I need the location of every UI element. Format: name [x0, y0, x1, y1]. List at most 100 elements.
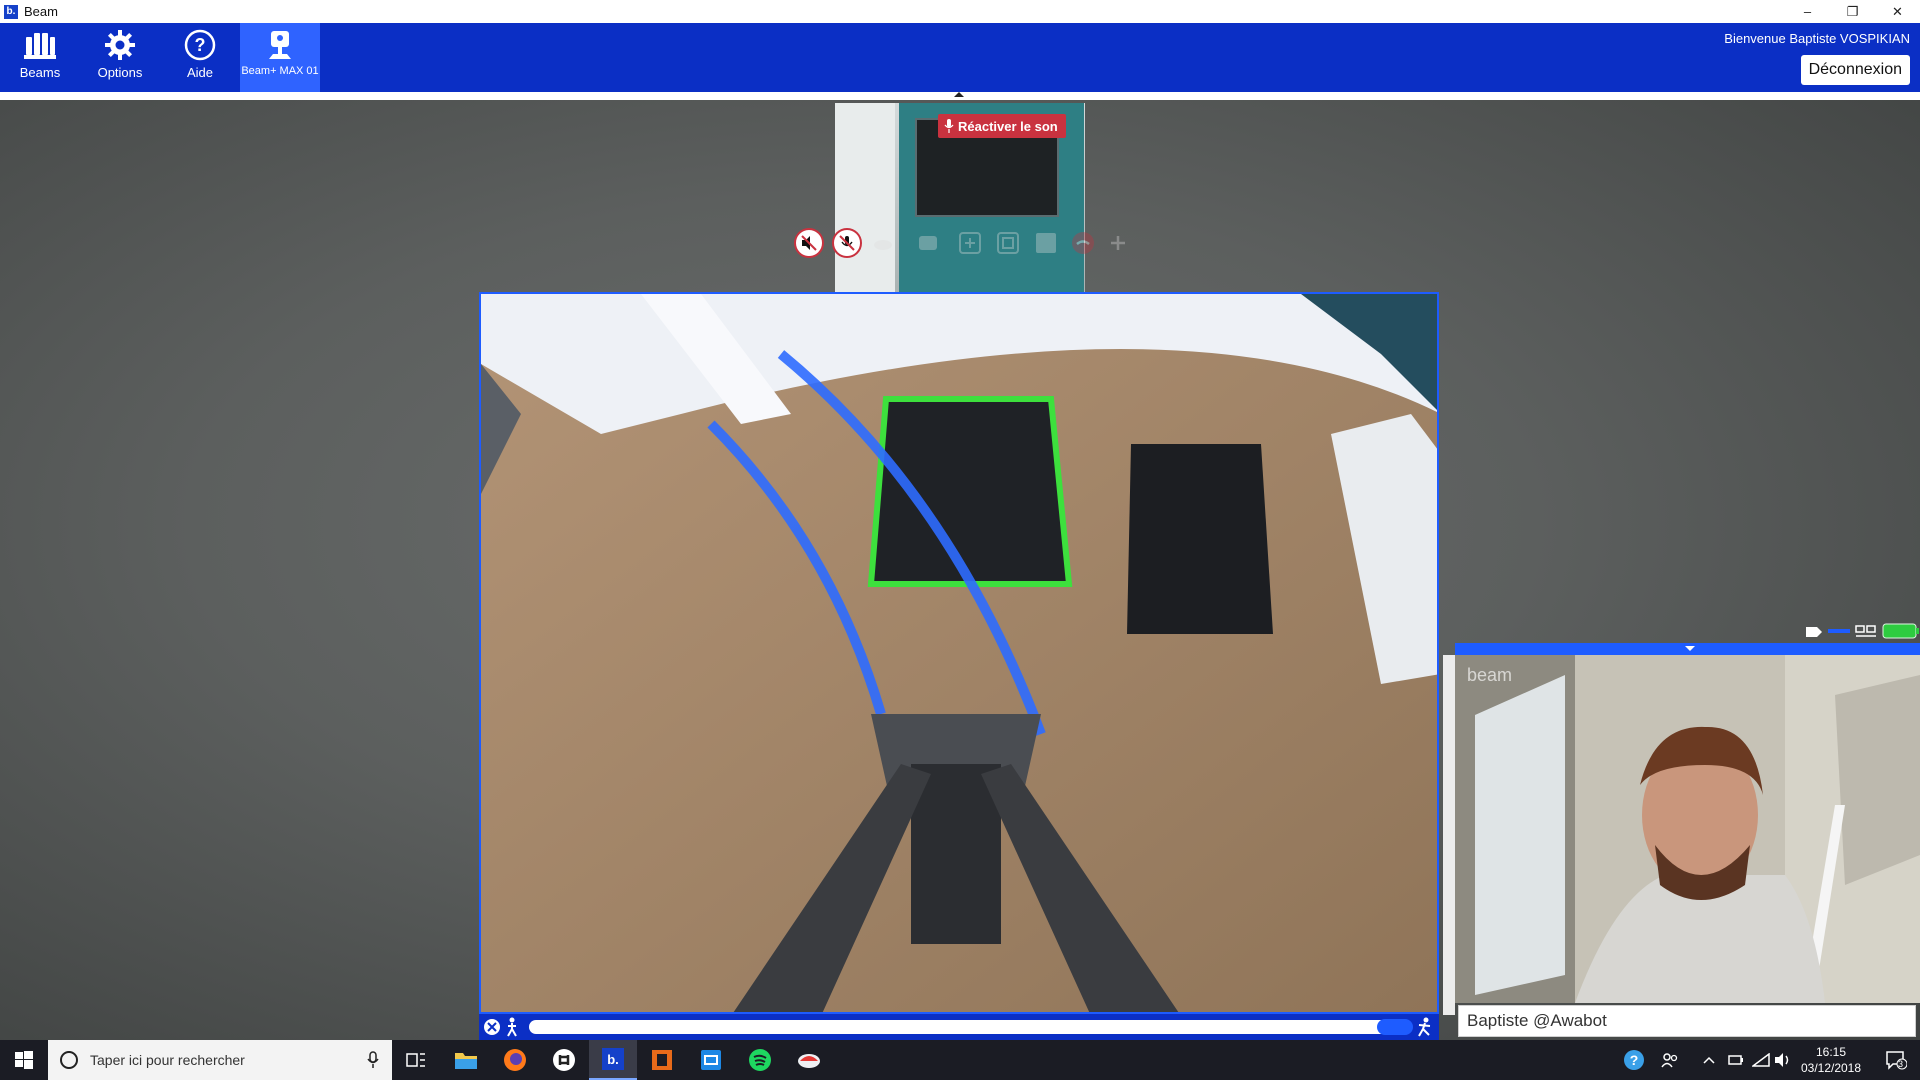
add-button[interactable]: [1103, 228, 1133, 258]
unmute-label: Réactiver le son: [958, 118, 1058, 134]
logout-button[interactable]: Déconnexion: [1800, 55, 1910, 85]
toolbar-robot-label: Beam+ MAX 01: [241, 65, 319, 77]
speaker-mute-toggle[interactable]: [794, 228, 824, 258]
task-view-button[interactable]: [392, 1040, 440, 1080]
clock-time: 16:15: [1815, 1045, 1847, 1059]
hangup-button[interactable]: [1068, 228, 1098, 258]
beams-icon: [24, 33, 56, 59]
action-center-button[interactable]: 3: [1872, 1040, 1920, 1080]
close-button[interactable]: ✕: [1875, 0, 1920, 23]
office-app-icon: [652, 1050, 672, 1070]
folder-icon: [455, 1053, 477, 1069]
mic-mute-toggle[interactable]: [832, 228, 862, 258]
wifi-icon: [1752, 1053, 1770, 1067]
picture-icon: [1036, 233, 1056, 253]
power-icon: [1728, 1055, 1743, 1065]
welcome-text: Bienvenue Baptiste VOSPIKIAN: [1724, 31, 1910, 46]
self-camera-view: beam: [1455, 655, 1920, 1003]
window-title: Beam: [24, 4, 58, 19]
spotify-icon: [749, 1049, 771, 1071]
toolbar-help-button[interactable]: ? Aide: [160, 23, 240, 92]
tray-help[interactable]: ?: [1610, 1040, 1658, 1080]
toolbar-beams-button[interactable]: Beams: [0, 23, 80, 92]
system-clock[interactable]: 16:15 03/12/2018: [1788, 1044, 1874, 1076]
chevron-down-icon[interactable]: [1684, 645, 1696, 653]
remote-app-icon: [701, 1050, 721, 1070]
notification-count: 3: [1898, 1059, 1904, 1069]
help-circle-icon: ?: [1624, 1050, 1644, 1070]
speaker-muted-icon: [801, 235, 817, 251]
toolbar-robot-button[interactable]: Beam+ MAX 01: [240, 23, 320, 92]
taskbar-file-explorer[interactable]: [442, 1040, 490, 1080]
self-view-side-bar: [1443, 655, 1455, 1015]
taskbar-other-app[interactable]: [785, 1040, 833, 1080]
share-button[interactable]: [913, 228, 943, 258]
robot-icon: [269, 31, 291, 59]
window-controls: – ❐ ✕: [1785, 0, 1920, 23]
drive-control-bar: [479, 1014, 1439, 1040]
battery-icon: [1882, 623, 1919, 639]
beam-watermark: beam: [1467, 665, 1512, 685]
tray-power[interactable]: [1722, 1040, 1750, 1080]
speed-slider-knob[interactable]: [1377, 1019, 1413, 1035]
people-icon: [1661, 1053, 1678, 1068]
main-toolbar: Beams Options ? Aide Beam+ MAX 01 Bienve…: [0, 23, 1920, 92]
close-circle-icon[interactable]: [482, 1017, 502, 1037]
microphone-icon[interactable]: [366, 1051, 380, 1069]
minimize-button[interactable]: –: [1785, 0, 1830, 23]
tray-people[interactable]: [1652, 1040, 1688, 1080]
gear-icon: [105, 30, 135, 60]
walk-icon[interactable]: [505, 1017, 519, 1037]
title-bar: b. Beam – ❐ ✕: [0, 0, 1920, 23]
robot-status-indicators: [1800, 620, 1920, 642]
drive-camera-view[interactable]: [479, 292, 1439, 1014]
fullscreen-icon: [959, 232, 981, 254]
speed-slider-track[interactable]: [529, 1020, 1389, 1034]
svg-text:?: ?: [195, 35, 206, 55]
start-button[interactable]: [0, 1040, 48, 1080]
taskbar-search-box[interactable]: Taper ici pour rechercher: [48, 1040, 392, 1080]
network-icon: [1855, 625, 1876, 637]
slack-icon: [553, 1049, 575, 1071]
taskbar-firefox[interactable]: [491, 1040, 539, 1080]
collapse-arrow-icon[interactable]: [954, 92, 964, 97]
search-placeholder: Taper ici pour rechercher: [90, 1052, 245, 1068]
toolbar-options-label: Options: [97, 65, 143, 80]
taskbar-spotify[interactable]: [736, 1040, 784, 1080]
picture-button[interactable]: [1031, 228, 1061, 258]
taskbar-beam[interactable]: b.: [589, 1040, 637, 1080]
taskbar-office-app[interactable]: [638, 1040, 686, 1080]
self-view-header[interactable]: [1455, 643, 1920, 655]
beam-app-icon: b.: [4, 4, 18, 19]
toolbar-beams-label: Beams: [19, 65, 61, 80]
taskbar-slack[interactable]: [540, 1040, 588, 1080]
beam-app-taskbar-icon: b.: [602, 1048, 624, 1070]
cloud-icon: [874, 240, 892, 250]
toolbar-options-button[interactable]: Options: [80, 23, 160, 92]
windows-logo-icon: [15, 1051, 33, 1069]
hangup-icon: [1072, 232, 1094, 254]
window-button[interactable]: [993, 228, 1023, 258]
bird-app-icon: [798, 1054, 820, 1068]
drive-camera-scene: [481, 294, 1437, 1012]
tray-show-hidden[interactable]: [1694, 1040, 1724, 1080]
maximize-button[interactable]: ❐: [1830, 0, 1875, 23]
run-icon[interactable]: [1417, 1017, 1433, 1037]
front-camera-wall: [835, 103, 895, 293]
svg-text:b.: b.: [607, 1052, 619, 1067]
window-icon: [997, 232, 1019, 254]
fullscreen-button[interactable]: [955, 228, 985, 258]
unmute-button[interactable]: Réactiver le son: [938, 114, 1066, 138]
svg-text:?: ?: [1630, 1052, 1639, 1068]
cloud-button[interactable]: [868, 228, 898, 258]
mic-muted-icon: [839, 235, 855, 251]
help-icon: ?: [184, 29, 216, 61]
toolbar-help-label: Aide: [186, 65, 214, 80]
notification-icon: [1886, 1051, 1907, 1070]
windows-taskbar: Taper ici pour rechercher b. ? 16:15 03/…: [0, 1040, 1920, 1080]
self-camera-scene: beam: [1455, 655, 1920, 1003]
task-view-icon: [406, 1053, 425, 1067]
chevron-up-icon: [1703, 1056, 1715, 1064]
taskbar-teamviewer[interactable]: [687, 1040, 735, 1080]
firefox-icon: [504, 1049, 526, 1071]
